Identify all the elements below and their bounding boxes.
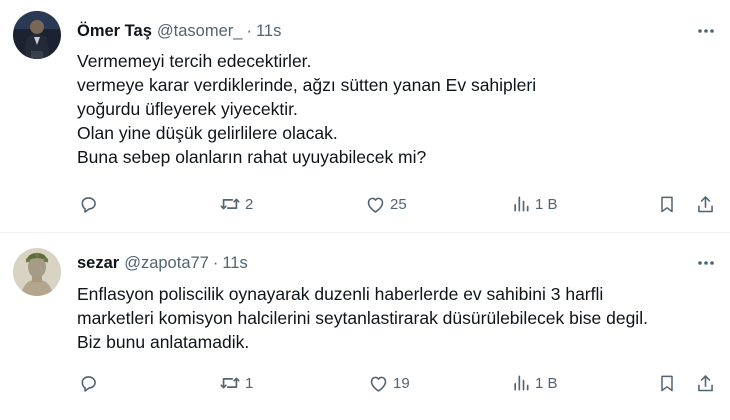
share-button[interactable] — [695, 187, 716, 221]
timestamp[interactable]: 11s — [256, 22, 281, 41]
tweet-text-line: marketleri komisyon halcilerini seytanla… — [77, 308, 648, 328]
reply-icon — [78, 373, 99, 394]
tweet-text-line: vermeye karar verdiklerinde, ağzı sütten… — [77, 75, 537, 95]
tweet[interactable]: sezar @zapota77 · 11s Enflasyon poliscil… — [0, 233, 730, 420]
more-dots-icon[interactable] — [696, 21, 716, 41]
timestamp[interactable]: 11s — [222, 254, 247, 273]
tweet-text: Enflasyon poliscilik oynayarak duzenli h… — [77, 282, 717, 354]
tweet-text-line: Vermemeyi tercih edecektirler. — [77, 51, 312, 71]
reply-button[interactable] — [78, 187, 99, 221]
tweet-text: Vermemeyi tercih edecektirler. vermeye k… — [77, 49, 717, 169]
tweet-header: sezar @zapota77 · 11s — [77, 251, 248, 275]
tweet-text-line: Biz bunu anlatamadik. — [77, 332, 250, 352]
share-button[interactable] — [695, 366, 716, 400]
like-button[interactable]: 25 — [365, 187, 407, 221]
retweet-button[interactable]: 1 — [219, 366, 253, 400]
bookmark-button[interactable] — [657, 187, 677, 221]
like-button[interactable]: 19 — [368, 366, 410, 400]
views-button[interactable]: 1 B — [511, 187, 558, 221]
retweet-icon — [219, 372, 241, 394]
views-count: 1 B — [535, 374, 558, 392]
author-name[interactable]: sezar — [77, 254, 119, 273]
share-icon — [695, 194, 716, 215]
views-button[interactable]: 1 B — [511, 366, 558, 400]
action-bar: 2 25 1 B — [68, 187, 724, 221]
action-bar: 1 19 1 B — [68, 366, 724, 400]
author-handle[interactable]: @tasomer_ — [157, 22, 243, 41]
author-name[interactable]: Ömer Taş — [77, 22, 152, 41]
retweet-icon — [219, 193, 241, 215]
views-count: 1 B — [535, 195, 558, 213]
more-dots-icon[interactable] — [696, 253, 716, 273]
reply-button[interactable] — [78, 366, 99, 400]
views-chart-icon — [511, 373, 531, 393]
bookmark-icon — [657, 373, 677, 394]
like-count: 25 — [390, 195, 407, 213]
heart-icon — [365, 194, 386, 215]
tweet-text-line: Olan yine düşük gelirlilere olacak. — [77, 123, 338, 143]
tweet-header: Ömer Taş @tasomer_ · 11s — [77, 19, 281, 43]
tweet-text-line: yoğurdu üfleyerek yiyecektir. — [77, 99, 298, 119]
avatar[interactable] — [13, 11, 61, 59]
bookmark-icon — [657, 194, 677, 215]
like-count: 19 — [393, 374, 410, 392]
share-icon — [695, 373, 716, 394]
retweet-count: 2 — [245, 195, 254, 213]
heart-icon — [368, 373, 389, 394]
views-chart-icon — [511, 194, 531, 214]
tweet-text-line: Enflasyon poliscilik oynayarak duzenli h… — [77, 284, 604, 304]
retweet-count: 1 — [245, 374, 254, 392]
reply-icon — [78, 194, 99, 215]
tweet[interactable]: Ömer Taş @tasomer_ · 11s Vermemeyi terci… — [0, 0, 730, 233]
tweet-text-line: Buna sebep olanların rahat uyuyabilecek … — [77, 147, 427, 167]
separator-dot: · — [212, 253, 219, 272]
avatar[interactable] — [13, 248, 61, 296]
author-handle[interactable]: @zapota77 — [124, 254, 209, 273]
separator-dot: · — [246, 21, 252, 40]
retweet-button[interactable]: 2 — [219, 187, 253, 221]
bookmark-button[interactable] — [657, 366, 677, 400]
